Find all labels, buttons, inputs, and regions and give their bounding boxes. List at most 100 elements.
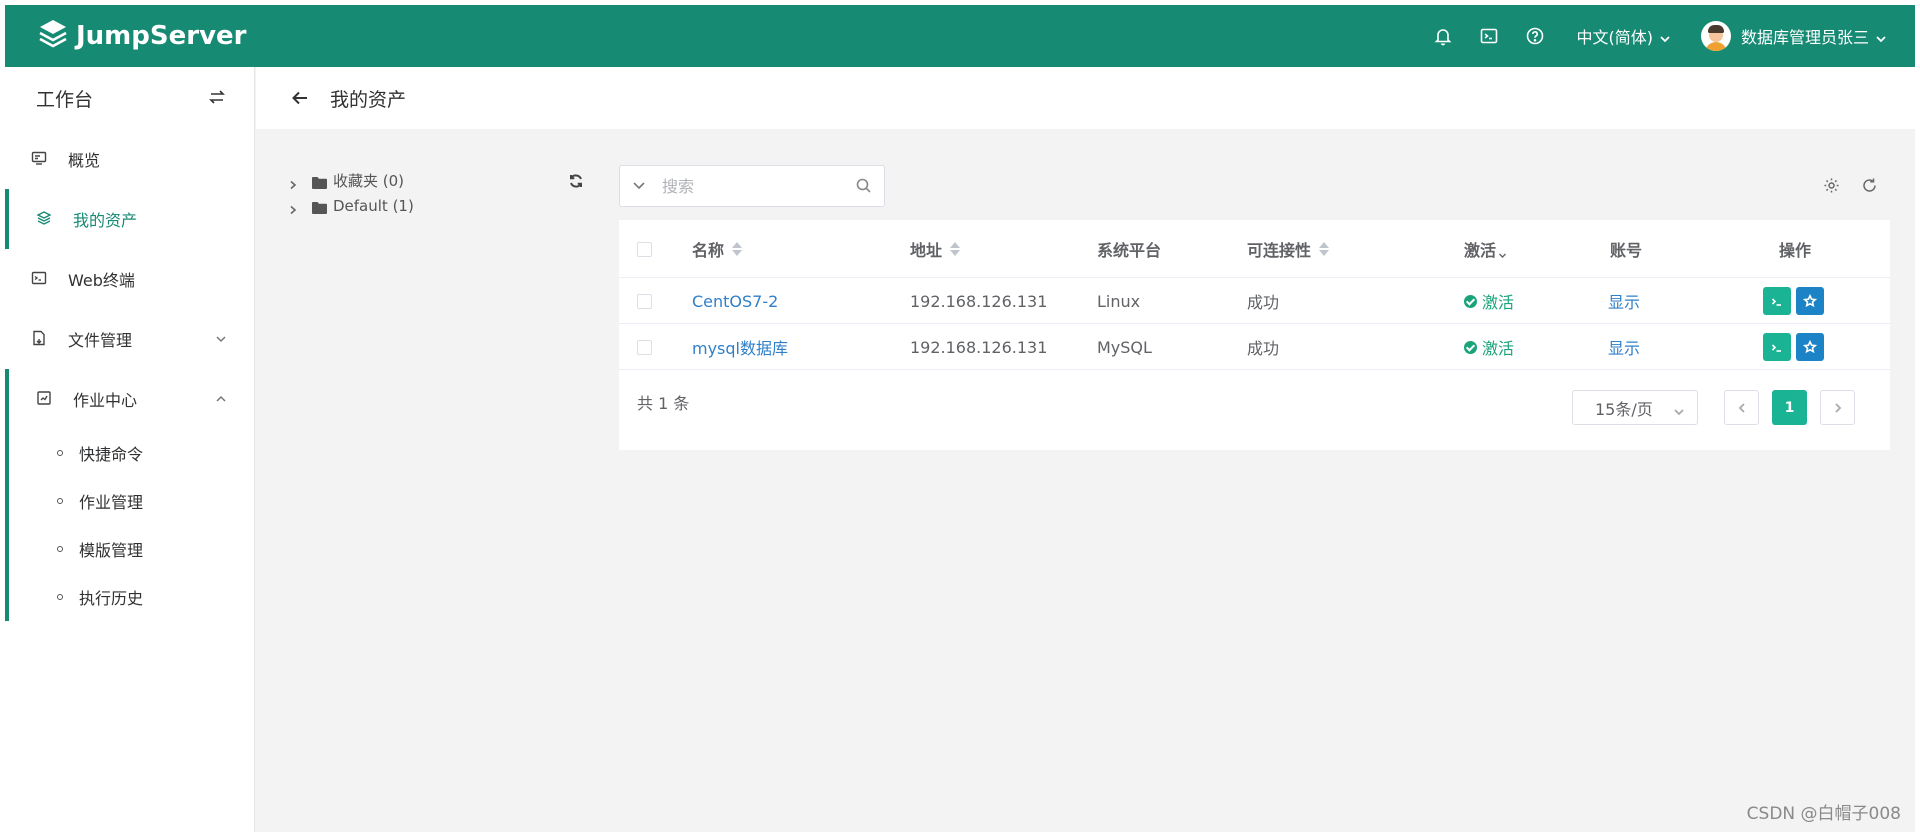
favorite-star-button[interactable] — [1796, 333, 1824, 361]
sidebar-item-my-assets[interactable]: 我的资产 — [5, 189, 254, 249]
tree-node-label: 收藏夹 (0) — [333, 172, 405, 190]
sidebar-subitem-template-management[interactable]: 模版管理 — [5, 525, 254, 573]
workbench-title: 工作台 — [36, 88, 94, 111]
asset-table: 名称 地址 系统平台 可连接性 激活 账号 操作 CentOS7-2 192.1… — [619, 220, 1890, 450]
layers-icon — [36, 210, 54, 228]
column-header-connectivity[interactable]: 可连接性 — [1247, 220, 1330, 278]
connect-terminal-button[interactable] — [1763, 333, 1791, 361]
page-size-select[interactable]: 15条/页 — [1572, 390, 1698, 425]
next-page-button[interactable] — [1820, 390, 1855, 425]
sidebar-item-label: 作业中心 — [73, 391, 138, 410]
jumpserver-logo-icon — [36, 17, 70, 55]
show-accounts-link[interactable]: 显示 — [1608, 324, 1640, 370]
tree-node-label: Default (1) — [333, 196, 414, 215]
user-name: 数据库管理员张三 — [1740, 28, 1869, 47]
column-label: 账号 — [1610, 241, 1643, 260]
search-input[interactable] — [662, 176, 842, 196]
asset-tree: 收藏夹 (0) Default (1) — [288, 168, 588, 218]
search-icon[interactable] — [856, 178, 872, 194]
sidebar-item-overview[interactable]: 概览 — [5, 129, 254, 189]
status-label: 激活 — [1482, 339, 1515, 358]
bullet-icon — [57, 498, 63, 504]
column-header-address[interactable]: 地址 — [910, 220, 961, 278]
column-header-actions: 操作 — [1779, 220, 1811, 278]
chevron-right-icon[interactable] — [288, 176, 298, 189]
column-header-name[interactable]: 名称 — [692, 220, 743, 278]
file-icon — [31, 330, 49, 348]
column-header-platform: 系统平台 — [1097, 220, 1161, 278]
sidebar-subitem-label: 快捷命令 — [79, 445, 144, 464]
chevron-right-icon[interactable] — [288, 201, 298, 214]
sidebar-item-label: 我的资产 — [73, 211, 138, 230]
chevron-down-icon — [214, 331, 228, 345]
sidebar-subitem-label: 作业管理 — [79, 493, 144, 512]
asset-address: 192.168.126.131 — [910, 291, 1048, 311]
tree-refresh-icon[interactable] — [568, 173, 584, 189]
sort-icon[interactable] — [1319, 242, 1330, 256]
sidebar-subitem-job-management[interactable]: 作业管理 — [5, 477, 254, 525]
switch-view-icon[interactable] — [208, 88, 228, 108]
column-header-account: 账号 — [1610, 220, 1642, 278]
sidebar-item-label: Web终端 — [68, 271, 135, 290]
select-all-cell — [637, 220, 652, 278]
sort-icon[interactable] — [950, 242, 961, 256]
row-actions — [1763, 324, 1824, 370]
total-count: 共 1 条 — [637, 394, 690, 413]
avatar — [1700, 21, 1731, 51]
sidebar-header: 工作台 — [5, 67, 254, 129]
page-number-current[interactable]: 1 — [1772, 390, 1807, 425]
user-menu[interactable]: 数据库管理员张三 — [1700, 21, 1887, 51]
brand-logo[interactable]: JumpServer — [36, 17, 246, 55]
chevron-down-icon[interactable] — [632, 178, 648, 194]
column-label: 激活 — [1464, 241, 1497, 260]
sidebar-subitem-label: 执行历史 — [79, 589, 144, 608]
status-badge: 激活 — [1464, 324, 1514, 370]
monitor-icon — [31, 150, 49, 168]
sidebar-item-web-terminal[interactable]: Web终端 — [5, 249, 254, 309]
column-label: 地址 — [910, 241, 943, 260]
sidebar-item-file-management[interactable]: 文件管理 — [5, 309, 254, 369]
back-arrow-icon[interactable] — [290, 88, 310, 108]
folder-icon — [312, 200, 327, 214]
row-checkbox[interactable] — [637, 339, 652, 355]
settings-gear-icon[interactable] — [1823, 177, 1841, 195]
chevron-left-icon — [1738, 402, 1745, 413]
sidebar-subitem-label: 模版管理 — [79, 541, 144, 560]
sidebar-subitem-execution-history[interactable]: 执行历史 — [5, 573, 254, 621]
show-accounts-link[interactable]: 显示 — [1608, 278, 1640, 324]
tree-node-favorites[interactable]: 收藏夹 (0) — [288, 168, 588, 193]
chevron-down-icon[interactable] — [1498, 245, 1507, 258]
prev-page-button[interactable] — [1724, 390, 1759, 425]
column-header-active[interactable]: 激活 — [1464, 220, 1507, 278]
app-frame: JumpServer 中文(简体) 数据库管理员张三 工作台 概览 我的资产 W… — [5, 5, 1915, 832]
sidebar-item-job-center[interactable]: 作业中心 — [5, 369, 254, 429]
sidebar-subitem-quick-command[interactable]: 快捷命令 — [5, 429, 254, 477]
refresh-icon[interactable] — [1861, 177, 1879, 195]
language-selector[interactable]: 中文(简体) — [1576, 24, 1671, 48]
help-icon[interactable] — [1524, 25, 1546, 47]
page-title: 我的资产 — [330, 88, 407, 111]
select-all-checkbox[interactable] — [637, 241, 652, 257]
chevron-down-icon — [1659, 30, 1671, 43]
column-label: 系统平台 — [1097, 241, 1162, 260]
web-terminal-icon[interactable] — [1478, 25, 1500, 47]
asset-connectivity: 成功 — [1247, 339, 1280, 358]
sidebar-item-label: 概览 — [68, 151, 101, 170]
brand-name: JumpServer — [76, 21, 247, 51]
page-header: 我的资产 — [256, 67, 1915, 129]
bullet-icon — [57, 546, 63, 552]
bell-icon[interactable] — [1432, 25, 1454, 47]
sort-icon[interactable] — [732, 242, 743, 256]
tree-node-default[interactable]: Default (1) — [288, 193, 588, 218]
header-actions: 中文(简体) 数据库管理员张三 — [1408, 5, 1915, 67]
asset-name-link[interactable]: CentOS7-2 — [692, 278, 778, 324]
table-row: mysql数据库 192.168.126.131 MySQL 成功 激活 显示 — [619, 324, 1890, 370]
row-checkbox[interactable] — [637, 293, 652, 309]
asset-platform: MySQL — [1097, 337, 1152, 357]
check-circle-icon — [1464, 294, 1477, 308]
chevron-down-icon — [1875, 30, 1887, 43]
asset-name-link[interactable]: mysql数据库 — [692, 324, 788, 370]
favorite-star-button[interactable] — [1796, 287, 1824, 315]
row-select-cell — [637, 278, 652, 324]
connect-terminal-button[interactable] — [1763, 287, 1791, 315]
